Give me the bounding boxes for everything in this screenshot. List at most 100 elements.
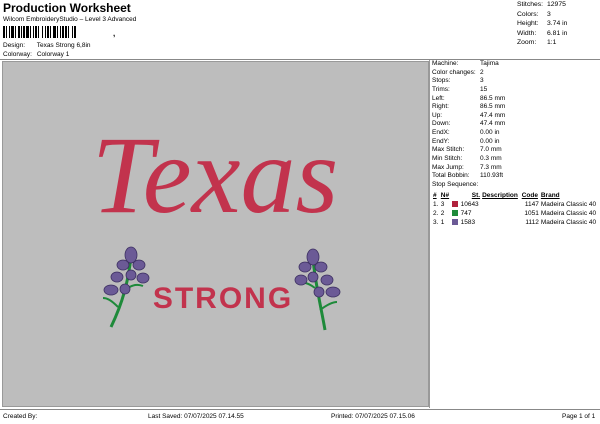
row-num: 1. — [433, 201, 439, 208]
stat-value: 3 — [547, 10, 551, 18]
stat-label: Height: — [517, 20, 539, 27]
machine-info-row: Min Stitch: 0.3 mm — [432, 155, 600, 164]
last-saved: Last Saved: 07/07/2025 07.14.55 — [148, 413, 244, 420]
info-label: Max Jump: — [432, 163, 464, 171]
row-description — [481, 209, 521, 218]
stat-label: Width: — [517, 29, 537, 37]
machine-info-row: Total Bobbin: 110.93ft — [432, 172, 600, 181]
stat-stitches: Stitches: 12975 — [517, 1, 600, 11]
stat-zoom: Zoom: 1:1 — [517, 39, 600, 49]
machine-info-panel: Machine: Tajima Color changes: 2 Stops: 3 Trim… — [432, 60, 600, 190]
info-label: Up: — [432, 111, 443, 119]
colorway-value: Colorway 1 — [36, 51, 70, 58]
info-label: Trims: — [432, 85, 450, 93]
machine-info-row: Color changes: 2 — [432, 69, 600, 78]
row-description — [481, 200, 521, 209]
stitch-count: 747 — [460, 210, 472, 217]
embroidery-design: Texas STRONG — [92, 114, 341, 331]
info-label: EndY: — [432, 137, 450, 145]
machine-info-row: Right: 86.5 mm — [432, 103, 600, 112]
row-brand: Madeira Classic 40 — [540, 201, 597, 208]
created-by: Created By: — [3, 413, 38, 420]
col-num: # — [433, 192, 437, 199]
col-description: Description — [482, 192, 518, 199]
machine-info-row: Machine: Tajima — [432, 60, 600, 69]
info-value: 110.93ft — [480, 172, 504, 180]
machine-info-row: Down: 47.4 mm — [432, 120, 600, 129]
info-label: EndX: — [432, 129, 450, 137]
right-leaf — [319, 301, 338, 311]
info-label: Total Bobbin: — [432, 172, 470, 180]
design-stats: Stitches: 12975 Colors: 3 Height: 3.74 in W… — [517, 1, 600, 49]
row-num: 2. — [433, 210, 439, 217]
color-swatch — [451, 201, 458, 208]
right-flower — [294, 248, 341, 298]
barcode-mark: , — [113, 29, 116, 38]
info-label: Stops: — [432, 77, 451, 85]
info-value: 7.0 mm — [480, 146, 502, 154]
design-word-texas: Texas — [92, 114, 339, 236]
design-value: Texas Strong 6,8in — [36, 42, 91, 49]
page-number: Page 1 of 1 — [562, 413, 596, 420]
col-code: Code — [521, 192, 538, 199]
info-value: 86.5 mm — [480, 103, 506, 111]
info-label: Machine: — [432, 60, 459, 67]
color-swatch — [451, 219, 458, 226]
sequence-row: 2. 2 747 1051 Madeira Classic 40 — [432, 209, 600, 218]
row-num: 3. — [433, 219, 439, 226]
footer-divider — [0, 409, 600, 410]
row-code: 1051 — [524, 210, 539, 217]
worksheet-title: Production Worksheet — [3, 1, 131, 15]
info-value: 0.00 in — [480, 129, 500, 137]
row-stitches: 747 — [451, 209, 482, 218]
color-swatch — [451, 210, 458, 217]
row-code: 1147 — [524, 201, 539, 208]
row-stitches: 1583 — [451, 218, 482, 227]
info-value: 0.3 mm — [480, 155, 502, 163]
col-n: N# — [440, 192, 450, 199]
design-row: Design: Texas Strong 6,8in — [3, 42, 91, 49]
sequence-header: # N# St. Description Code Brand — [432, 191, 600, 200]
info-label: Stop Sequence: — [432, 180, 479, 188]
row-needle: 1 — [440, 219, 445, 226]
stat-value: 6.81 in — [547, 29, 568, 37]
stat-width: Width: 6.81 in — [517, 30, 600, 40]
stat-value: 1:1 — [547, 39, 557, 46]
design-word-strong: STRONG — [153, 282, 293, 315]
stat-value: 12975 — [547, 1, 566, 8]
stat-colors: Colors: 3 — [517, 11, 600, 21]
info-value: 86.5 mm — [480, 94, 506, 102]
design-label: Design: — [3, 42, 26, 49]
col-st: St. — [471, 192, 481, 199]
machine-info-row: Trims: 15 — [432, 86, 600, 95]
row-needle: 3 — [440, 201, 445, 208]
row-code: 1112 — [525, 219, 539, 226]
machine-info-row: EndX: 0.00 in — [432, 129, 600, 138]
stitch-count: 1583 — [460, 219, 476, 226]
info-value: Tajima — [480, 60, 499, 67]
info-value: 47.4 mm — [480, 120, 506, 128]
sequence-row: 3. 1 1583 1112 Madeira Classic 40 — [432, 218, 600, 227]
left-leaf — [102, 297, 119, 308]
info-value: 47.4 mm — [480, 111, 506, 119]
info-label: Down: — [432, 120, 451, 128]
barcode — [3, 26, 113, 38]
row-description — [481, 218, 521, 227]
panel-divider — [429, 60, 430, 408]
colorway-row: Colorway: Colorway 1 — [3, 51, 69, 58]
stitch-count: 10643 — [460, 201, 479, 208]
stat-label: Zoom: — [517, 39, 537, 46]
info-value: 0.00 in — [480, 137, 500, 145]
machine-info-row: Max Jump: 7.3 mm — [432, 164, 600, 173]
machine-info-row: Stop Sequence: — [432, 181, 600, 190]
row-brand: Madeira Classic 40 — [540, 219, 597, 226]
machine-info-row: Up: 47.4 mm — [432, 112, 600, 121]
info-label: Right: — [432, 103, 449, 111]
stat-height: Height: 3.74 in — [517, 20, 600, 30]
info-label: Color changes: — [432, 68, 476, 76]
left-flower — [103, 246, 150, 296]
info-value: 2 — [480, 68, 484, 76]
machine-info-row: EndY: 0.00 in — [432, 138, 600, 147]
row-brand: Madeira Classic 40 — [540, 210, 597, 217]
col-brand: Brand — [540, 192, 560, 199]
